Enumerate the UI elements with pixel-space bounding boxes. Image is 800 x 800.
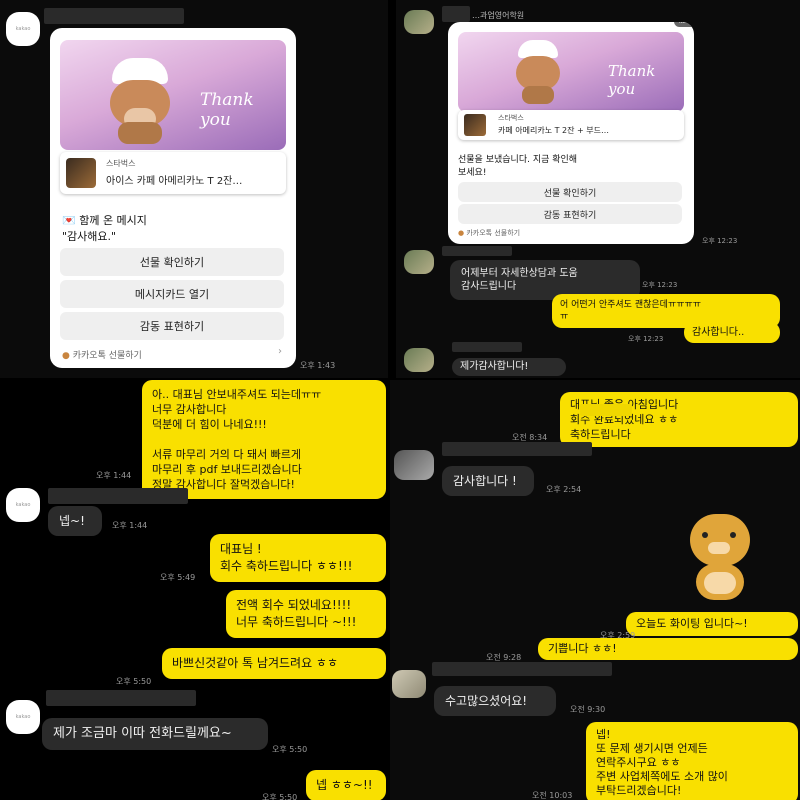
thank-you-text: Thank you xyxy=(200,90,254,130)
product-brand: 스타벅스 xyxy=(498,114,524,122)
message-bubble-outgoing[interactable]: 바쁘신것같아 톡 남겨드려요 ㅎㅎ xyxy=(162,648,386,679)
avatar[interactable]: kakao xyxy=(6,700,40,734)
sender-name-redacted xyxy=(432,662,612,676)
product-brand: 스타벅스 xyxy=(106,159,136,168)
sender-name-redacted xyxy=(452,342,522,352)
message-bubble-outgoing[interactable]: 오늘도 화이팅 입니다~! xyxy=(626,612,798,636)
message-bubble-outgoing[interactable]: 감사합니다.. xyxy=(684,322,780,343)
sender-name-redacted xyxy=(48,488,188,504)
gift-confirm-button[interactable]: 선물 확인하기 xyxy=(458,182,682,202)
message-heading-text: 함께 온 메시지 xyxy=(79,214,147,227)
message-time: 오후 5:49 xyxy=(160,573,196,582)
avatar[interactable] xyxy=(404,10,434,34)
message-time: 오후 1:43 xyxy=(300,361,336,370)
express-thanks-button[interactable]: 감동 표현하기 xyxy=(60,312,284,340)
kakao-badge: kakao xyxy=(674,22,694,27)
product-name: 카페 아메리카노 T 2잔 + 부드… xyxy=(498,126,609,135)
message-time: 오후 5:50 xyxy=(116,677,152,686)
message-bubble-outgoing[interactable]: 대표님 좋은 아침입니다 회수 완료되었네요 ㅎㅎ 축하드립니다 xyxy=(560,392,798,447)
chevron-right-icon: › xyxy=(278,346,282,357)
ryan-sticker xyxy=(680,510,760,606)
product-thumbnail xyxy=(464,114,486,136)
message-bubble-incoming[interactable]: 감사합니다 ! xyxy=(442,466,534,496)
gift-footer[interactable]: ● 카카오톡 선물하기 xyxy=(62,348,142,361)
gift-bear-icon: ● xyxy=(458,229,465,237)
avatar[interactable]: kakao xyxy=(6,488,40,522)
gift-hero-image: Thank you xyxy=(458,32,684,112)
message-time: 오후 1:44 xyxy=(112,521,148,530)
message-bubble-incoming[interactable]: 수고많으셨어요! xyxy=(434,686,556,716)
avatar[interactable]: kakao xyxy=(6,12,40,46)
sender-name-redacted xyxy=(580,404,632,416)
thank-you-text: Thank you xyxy=(608,62,656,98)
product-name: 아이스 카페 아메리카노 T 2잔… xyxy=(106,176,243,187)
product-thumbnail xyxy=(66,158,96,188)
message-bubble-incoming[interactable]: 넵~! xyxy=(48,506,102,536)
message-time: 오후 5:50 xyxy=(272,745,308,754)
message-time: 오후 5:50 xyxy=(262,793,298,800)
message-time: 오후 1:44 xyxy=(96,471,132,480)
message-text: 선물을 보냈습니다. 지금 확인해 보세요! xyxy=(458,155,578,178)
message-bubble-outgoing[interactable]: 넵! 또 문제 생기시면 언제든 연락주시구요 ㅎㅎ 주변 사업체쪽에도 소개 … xyxy=(586,722,798,800)
sender-name-redacted xyxy=(442,6,470,22)
message-bubble-outgoing[interactable]: 아.. 대표님 안보내주셔도 되는데ㅠㅠ 너무 감사합니다 덕분에 더 힘이 나… xyxy=(142,380,386,499)
message-time: 오후 12:23 xyxy=(702,237,738,245)
chat-pane-bottom-right: 대표님 좋은 아침입니다 회수 완료되었네요 ㅎㅎ 축하드립니다 오전 8:34… xyxy=(390,380,800,800)
gift-footer[interactable]: ● 카카오톡 선물하기 xyxy=(458,228,520,238)
message-time: 오전 9:30 xyxy=(570,705,606,714)
avatar[interactable] xyxy=(394,450,434,480)
message-bubble-outgoing[interactable]: 대표님 ! 회수 축하드립니다 ㅎㅎ!!! xyxy=(210,534,386,582)
bear-icon xyxy=(508,40,568,110)
sender-name-redacted xyxy=(442,246,512,256)
gift-hero-image: Thank you xyxy=(60,40,286,150)
heart-icon: 💌 xyxy=(62,214,76,227)
message-text: "감사해요." xyxy=(62,230,117,243)
product-row[interactable]: 스타벅스 카페 아메리카노 T 2잔 + 부드… xyxy=(458,110,684,140)
message-bubble-outgoing[interactable]: 기쁩니다 ㅎㅎ! xyxy=(538,638,798,660)
gift-confirm-button[interactable]: 선물 확인하기 xyxy=(60,248,284,276)
gift-footer-label: 카카오톡 선물하기 xyxy=(72,351,142,361)
message-bubble-outgoing[interactable]: 넵 ㅎㅎ~!! xyxy=(306,770,386,800)
gift-footer-label: 카카오톡 선물하기 xyxy=(466,229,521,237)
express-thanks-button[interactable]: 감동 표현하기 xyxy=(458,204,682,224)
message-time: 오전 10:03 xyxy=(532,791,573,800)
avatar[interactable] xyxy=(392,670,426,698)
gift-card[interactable]: kakao Thank you 스타벅스 카페 아메리카노 T 2잔 + 부드…… xyxy=(448,22,694,244)
bear-icon xyxy=(100,58,180,144)
message-bubble-incoming[interactable]: 제가 조금마 이따 전화드릴께요~ xyxy=(42,718,268,750)
message-bubble-outgoing[interactable]: 전액 회수 되었네요!!!! 너무 축하드립니다 ~!!! xyxy=(226,590,386,638)
message-time: 오후 2:54 xyxy=(546,485,582,494)
product-row[interactable]: 스타벅스 아이스 카페 아메리카노 T 2잔… xyxy=(60,152,286,194)
sender-name-redacted xyxy=(46,690,196,706)
message-time: 오후 12:23 xyxy=(642,281,678,289)
chat-pane-top-left: kakao kakao Thank you 스타벅스 아이스 카페 아메리카노 … xyxy=(0,0,388,378)
ryan-icon xyxy=(690,514,750,566)
message-heading: 💌 함께 온 메시지 xyxy=(62,212,147,228)
sender-name: …과업영어학원 xyxy=(472,11,525,20)
avatar[interactable] xyxy=(404,250,434,274)
gift-card[interactable]: kakao Thank you 스타벅스 아이스 카페 아메리카노 T 2잔… … xyxy=(50,28,296,368)
avatar[interactable] xyxy=(404,348,434,372)
sender-name-redacted xyxy=(442,442,592,456)
gift-bear-icon: ● xyxy=(62,351,70,361)
message-time: 오후 12:23 xyxy=(628,335,664,343)
message-card-button[interactable]: 메시지카드 열기 xyxy=(60,280,284,308)
chat-pane-top-right: …과업영어학원 kakao Thank you 스타벅스 카페 아메리카노 T … xyxy=(396,0,800,378)
message-bubble-incoming[interactable]: 제가감사합니다! xyxy=(452,358,566,376)
sender-name-redacted xyxy=(44,8,184,24)
